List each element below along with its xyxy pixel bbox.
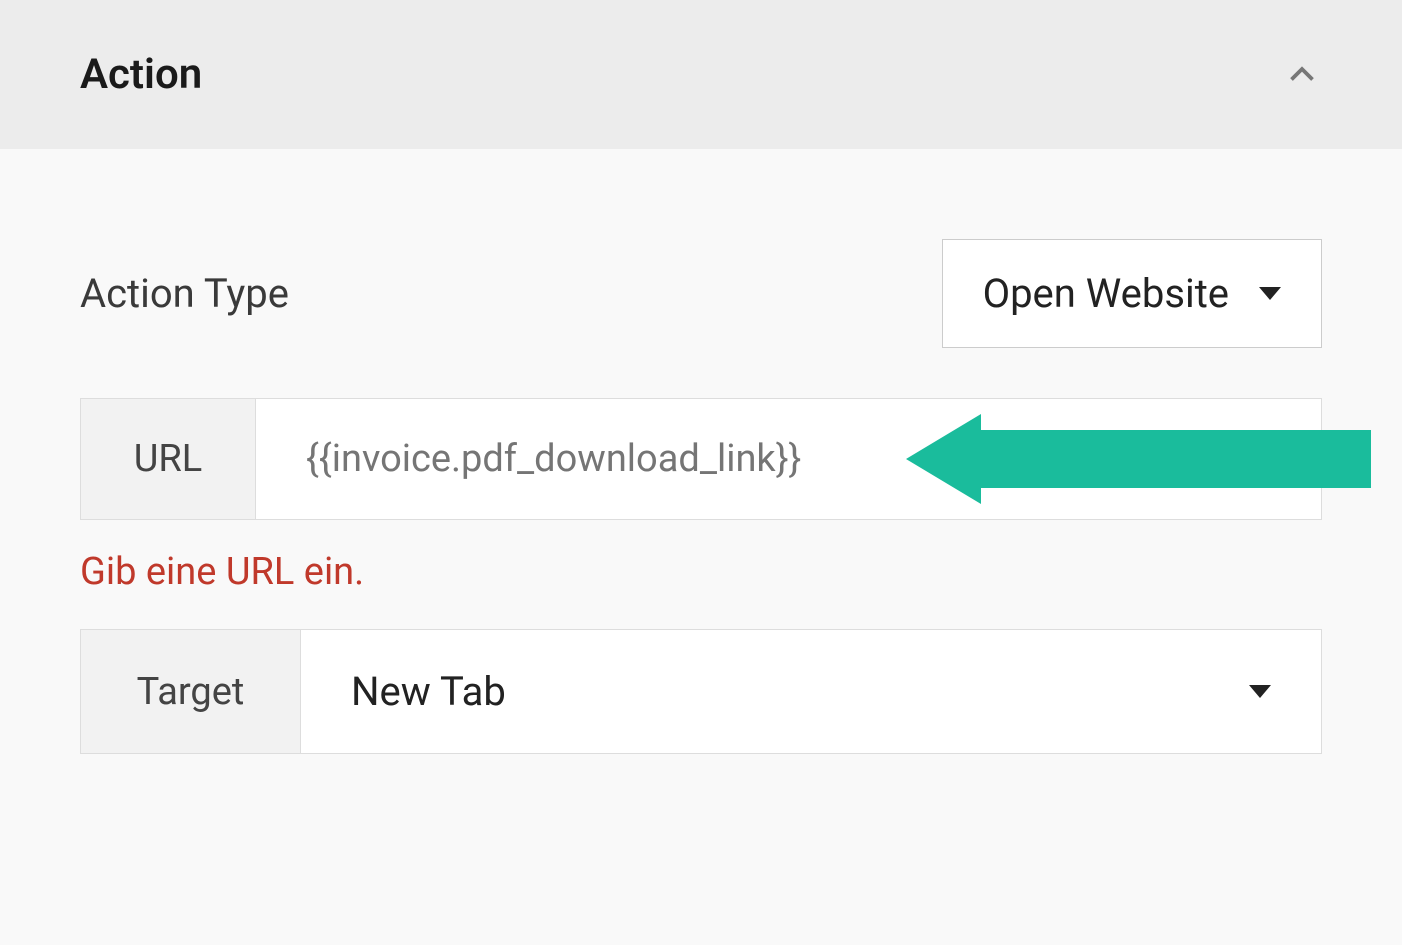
action-type-row: Action Type Open Website	[80, 239, 1322, 348]
accordion-header[interactable]: Action	[0, 0, 1402, 149]
url-label: URL	[81, 399, 256, 519]
action-type-select[interactable]: Open Website	[942, 239, 1322, 348]
target-value: New Tab	[351, 668, 506, 715]
target-input-group: Target New Tab	[80, 629, 1322, 754]
target-select[interactable]: New Tab	[301, 630, 1321, 753]
chevron-up-icon	[1282, 55, 1322, 95]
accordion-title: Action	[80, 50, 202, 99]
caret-down-icon	[1259, 287, 1281, 300]
url-input[interactable]	[256, 399, 1321, 519]
caret-down-icon	[1249, 685, 1271, 698]
action-type-value: Open Website	[983, 270, 1229, 317]
url-error-message: Gib eine URL ein.	[80, 550, 1322, 594]
panel-body: Action Type Open Website URL Gib eine UR…	[0, 149, 1402, 844]
url-input-group: URL	[80, 398, 1322, 520]
target-label: Target	[81, 630, 301, 753]
action-type-label: Action Type	[80, 270, 289, 317]
